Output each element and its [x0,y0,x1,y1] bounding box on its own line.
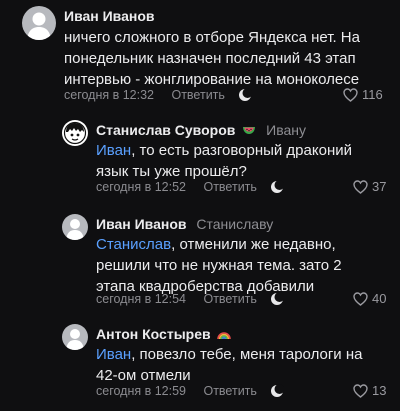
user-silhouette-icon [66,329,84,350]
reply-target[interactable]: Ивану [266,122,306,138]
comment-text: Станислав, отменили же недавно, решили ч… [96,234,371,297]
mention-link[interactable]: Иван [96,346,131,363]
cartoon-face-icon [63,121,87,145]
like-count: 40 [372,291,387,306]
comment-timestamp: сегодня в 12:32 [64,88,154,102]
moon-reaction-icon[interactable] [270,180,285,194]
comment-text: Иван, повезло тебе, меня тарологи на 42-… [96,344,386,386]
comment-author[interactable]: Антон Костырев [96,326,211,342]
avatar[interactable] [62,120,88,146]
avatar[interactable] [62,324,88,350]
comment-timestamp: сегодня в 12:59 [96,384,186,398]
like-button[interactable]: 116 [343,87,383,102]
moon-reaction-icon[interactable] [270,292,285,306]
comment-body: , повезло тебе, меня тарологи на 42-ом о… [96,346,363,384]
avatar[interactable] [62,214,88,240]
like-count: 13 [372,383,387,398]
reply-button[interactable]: Ответить [171,88,224,102]
reply-button[interactable]: Ответить [203,384,256,398]
reply-target[interactable]: Станиславу [196,216,273,232]
comment-author[interactable]: Иван Иванов [96,216,187,232]
comment-author[interactable]: Станислав Суворов [96,122,235,138]
reply-button[interactable]: Ответить [203,292,256,306]
like-count: 116 [362,87,383,102]
moon-reaction-icon[interactable] [270,384,285,398]
comment: Иван Иванов ничего сложного в отборе Янд… [0,0,400,110]
comment-reply: Антон Костырев Иван, повезло тебе, меня … [0,318,400,411]
comment-timestamp: сегодня в 12:54 [96,292,186,306]
heart-icon [353,292,368,306]
like-button[interactable]: 37 [353,179,386,194]
like-button[interactable]: 13 [353,383,386,398]
user-silhouette-icon [66,219,84,240]
mention-link[interactable]: Станислав [96,236,171,253]
moon-reaction-icon[interactable] [238,88,253,102]
mention-link[interactable]: Иван [96,142,131,159]
watermelon-icon [243,127,256,134]
reply-button[interactable]: Ответить [203,180,256,194]
heart-icon [353,384,368,398]
like-count: 37 [372,179,387,194]
user-silhouette-icon [27,12,51,40]
rainbow-icon [217,332,232,340]
comment-text: ничего сложного в отборе Яндекса нет. На… [64,27,389,90]
comment-reply: Иван Иванов Станиславу Станислав, отмени… [0,206,400,311]
comment-author[interactable]: Иван Иванов [64,8,155,24]
comment-reply: Станислав Суворов Ивану Иван, то есть ра… [0,112,400,202]
like-button[interactable]: 40 [353,291,386,306]
avatar[interactable] [22,6,56,40]
comment-body: , то есть разговорный драконий язык ты у… [96,142,352,180]
comment-text: Иван, то есть разговорный драконий язык … [96,140,376,182]
comment-timestamp: сегодня в 12:52 [96,180,186,194]
heart-icon [343,88,358,102]
heart-icon [353,180,368,194]
comment-body: ничего сложного в отборе Яндекса нет. На… [64,29,360,88]
